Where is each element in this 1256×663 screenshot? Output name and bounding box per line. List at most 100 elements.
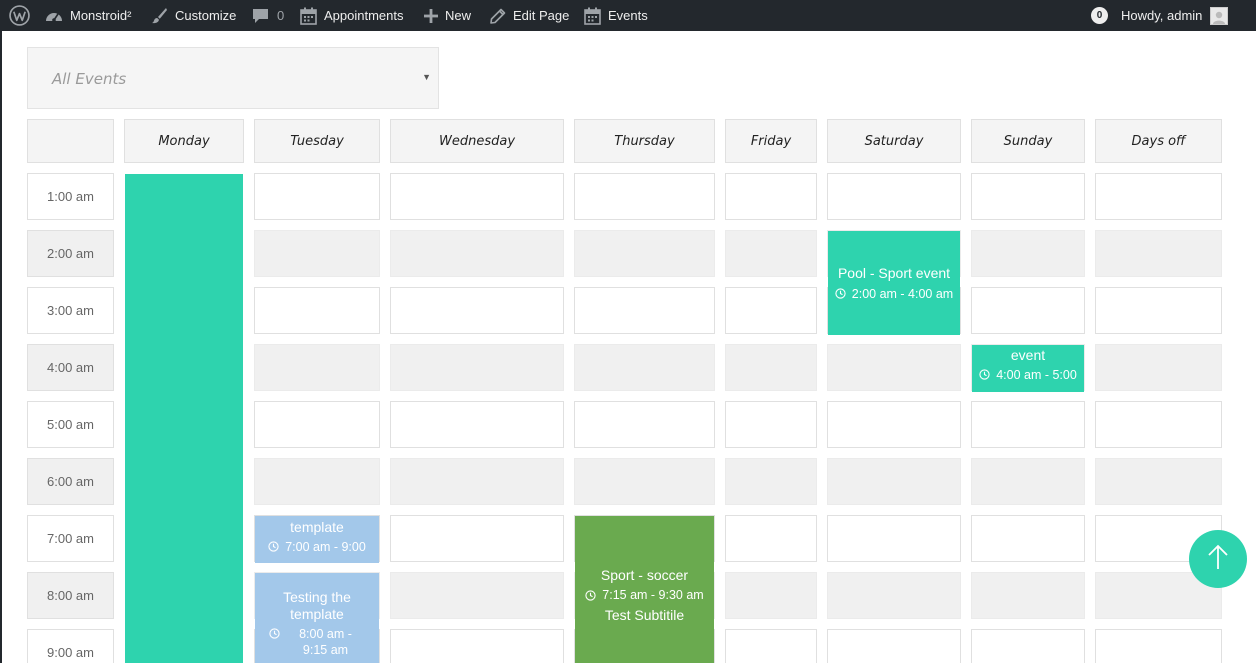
event-time-text: 2:00 am - 4:00 am — [851, 286, 954, 301]
timetable-cell-saturday — [827, 629, 961, 663]
timetable-cell-wednesday — [390, 629, 564, 663]
event-time: 8:00 am - 9:15 am — [268, 626, 366, 658]
events-filter-select[interactable]: All Events ▼ — [27, 47, 439, 109]
appointments-label: Appointments — [324, 8, 404, 23]
timetable-cell-sunday — [971, 458, 1085, 505]
event-sport-soccer[interactable]: Sport - soccer 7:15 am - 9:30 am Test Su… — [575, 516, 714, 663]
timetable-cell-saturday — [827, 401, 961, 448]
timetable-cell-tuesday — [254, 344, 380, 391]
timetable-cell-days-off — [1095, 458, 1222, 505]
clock-icon — [835, 288, 846, 299]
customize-link[interactable]: Customize — [151, 0, 236, 31]
timetable-cell-saturday — [827, 515, 961, 562]
event-tuesday-testing-template[interactable]: Testing the template 8:00 am - 9:15 am — [255, 573, 379, 663]
timetable-cell-thursday — [574, 173, 715, 220]
event-title: Testing the template — [283, 589, 351, 622]
timetable-cell-friday — [725, 287, 817, 334]
timetable-cell-friday — [725, 230, 817, 277]
timetable-cell-wednesday — [390, 344, 564, 391]
day-header-days-off: Days off — [1095, 119, 1222, 163]
timetable-cell-tuesday — [254, 230, 380, 277]
day-header-saturday: Saturday — [827, 119, 961, 163]
timetable-cell-days-off — [1095, 287, 1222, 334]
notifications-button[interactable]: 0 — [1091, 0, 1108, 31]
dashboard-icon — [45, 8, 63, 24]
events-label: Events — [608, 8, 648, 23]
avatar — [1210, 6, 1229, 25]
timetable-cell-days-off — [1095, 344, 1222, 391]
wordpress-logo-icon — [9, 5, 30, 26]
timetable-cell-friday — [725, 173, 817, 220]
time-label: 3:00 am — [27, 287, 114, 334]
timetable-cell-sunday — [971, 572, 1085, 619]
timetable-cell-tuesday — [254, 458, 380, 505]
notification-count: 0 — [1091, 7, 1108, 24]
timetable-cell-thursday — [574, 287, 715, 334]
howdy-label: Howdy, admin — [1121, 8, 1203, 23]
day-header-thursday: Thursday — [574, 119, 715, 163]
appointments-menu[interactable]: Appointments — [300, 0, 404, 31]
arrow-up-icon — [1207, 544, 1229, 575]
event-title: template — [290, 518, 344, 535]
timetable-cell-wednesday — [390, 230, 564, 277]
account-menu[interactable]: Howdy, admin — [1121, 0, 1229, 31]
customize-label: Customize — [175, 8, 237, 23]
timetable-cell-thursday — [574, 401, 715, 448]
site-name-menu[interactable]: Monstroid² — [45, 0, 131, 31]
pencil-icon — [490, 8, 506, 24]
timetable-cell-tuesday — [254, 287, 380, 334]
event-monday[interactable] — [125, 174, 243, 663]
timetable-cell-friday — [725, 401, 817, 448]
timetable-cell-days-off — [1095, 629, 1222, 663]
calendar-icon — [300, 7, 317, 25]
event-sunday[interactable]: event 4:00 am - 5:00 — [972, 345, 1084, 392]
edit-page-label: Edit Page — [513, 8, 570, 23]
timetable-cell-wednesday — [390, 572, 564, 619]
day-header-sunday: Sunday — [971, 119, 1085, 163]
events-menu[interactable]: Events — [584, 0, 648, 31]
admin-bar: Monstroid² Customize 0 Appointments New … — [0, 0, 1256, 31]
chevron-down-icon: ▼ — [422, 72, 431, 82]
event-title: Pool - Sport event — [837, 264, 951, 281]
customize-brush-icon — [151, 7, 168, 24]
event-title: Sport - soccer — [600, 567, 689, 583]
time-label: 1:00 am — [27, 173, 114, 220]
time-label: 8:00 am — [27, 572, 114, 619]
comments-link[interactable]: 0 — [252, 0, 284, 31]
timetable-cell-thursday — [574, 458, 715, 505]
timetable-cell-saturday — [827, 458, 961, 505]
timetable-cell-tuesday — [254, 401, 380, 448]
timetable-cell-thursday — [574, 230, 715, 277]
timetable-cell-friday — [725, 458, 817, 505]
timetable-cell-sunday — [971, 515, 1085, 562]
timetable-cell-friday — [725, 572, 817, 619]
time-label: 4:00 am — [27, 344, 114, 391]
day-header-wednesday: Wednesday — [390, 119, 564, 163]
timetable-cell-friday — [725, 629, 817, 663]
clock-icon — [268, 628, 280, 639]
event-time-text: 7:15 am - 9:30 am — [602, 588, 704, 602]
clock-icon — [979, 369, 990, 380]
timetable-cell-sunday — [971, 287, 1085, 334]
event-tuesday-template[interactable]: template 7:00 am - 9:00 — [255, 516, 379, 563]
day-header-tuesday: Tuesday — [254, 119, 380, 163]
day-header-friday: Friday — [725, 119, 817, 163]
timetable-cell-saturday — [827, 173, 961, 220]
timetable-cell-wednesday — [390, 401, 564, 448]
site-name-label: Monstroid² — [70, 8, 132, 23]
event-time: 2:00 am - 4:00 am — [835, 286, 953, 302]
time-label: 5:00 am — [27, 401, 114, 448]
time-label: 9:00 am — [27, 629, 114, 663]
edit-page-link[interactable]: Edit Page — [490, 0, 569, 31]
scroll-to-top-button[interactable] — [1189, 530, 1247, 588]
clock-icon — [268, 541, 279, 552]
event-pool-sport[interactable]: Pool - Sport event 2:00 am - 4:00 am — [828, 231, 960, 335]
wordpress-logo-button[interactable] — [9, 0, 30, 31]
event-time: 7:15 am - 9:30 am — [585, 587, 704, 603]
event-time: 4:00 am - 5:00 — [979, 367, 1077, 383]
timetable-cell-sunday — [971, 230, 1085, 277]
time-label: 6:00 am — [27, 458, 114, 505]
new-content-menu[interactable]: New — [424, 0, 471, 31]
timetable-cell-thursday — [574, 344, 715, 391]
timetable-cell-sunday — [971, 629, 1085, 663]
